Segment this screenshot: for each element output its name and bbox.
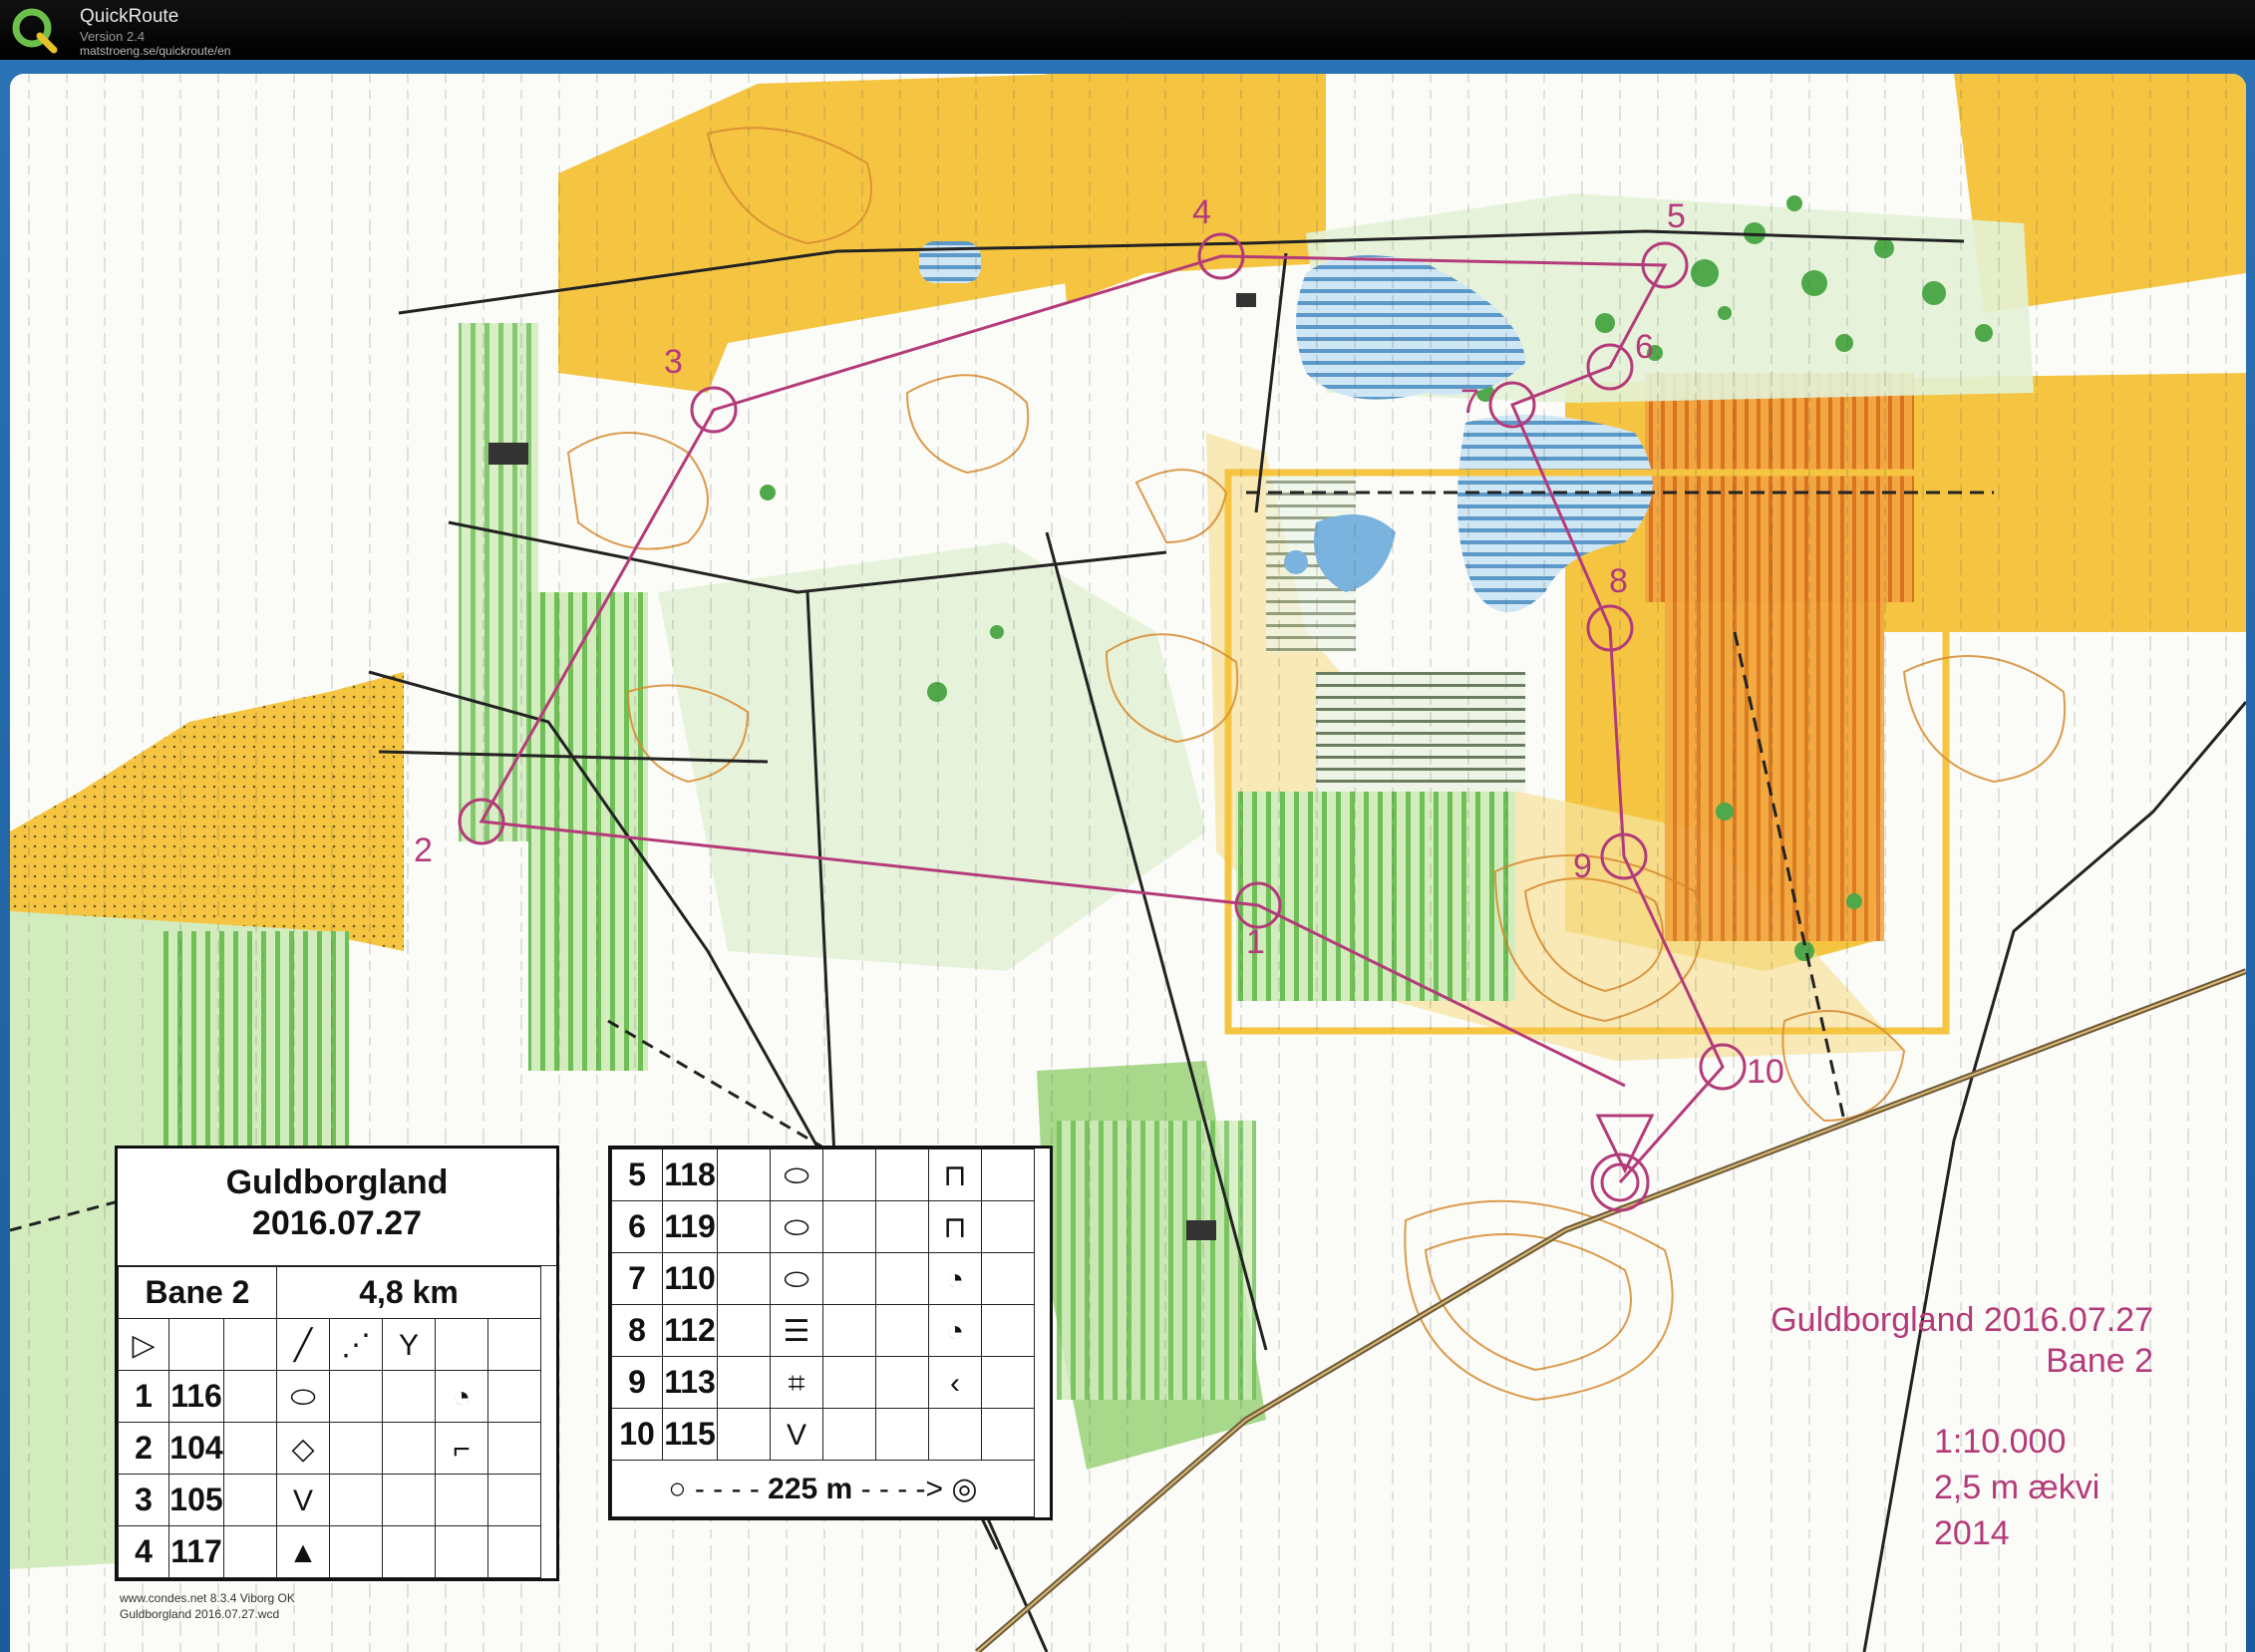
knoll-icon: ⬭ xyxy=(770,1252,823,1305)
finish-row: ○ - - - - 225 m - - - -> ◎ xyxy=(611,1460,1035,1517)
row-code: 104 xyxy=(168,1422,224,1475)
course-title: Guldborgland 2016.07.27 xyxy=(1771,1301,2153,1339)
control-label-8: 8 xyxy=(1609,562,1628,600)
foot-icon: ⊓ xyxy=(928,1149,982,1201)
row-num: 9 xyxy=(611,1356,663,1409)
control-label-4: 4 xyxy=(1192,193,1211,231)
credit-line-1: www.condes.net 8.3.4 Viborg OK xyxy=(120,1591,295,1605)
course-name: Bane 2 xyxy=(2046,1342,2153,1381)
control-description-right: 5 118 ⬭ ⊓ 6 119 ⬭ ⊓ 7 110 ⬭ ◔ 8 112 ☰ ◔ … xyxy=(608,1146,1053,1520)
orienteering-map[interactable]: 1 2 3 4 5 6 7 8 9 10 Guldborgland 2016.0… xyxy=(10,74,2246,1652)
finish-distance: 225 m xyxy=(768,1472,853,1505)
row-num: 6 xyxy=(611,1200,663,1253)
control-label-7: 7 xyxy=(1460,383,1479,421)
row-code: 112 xyxy=(662,1304,718,1357)
course-title-block: Guldborgland 2016.07.27 Bane 2 xyxy=(1655,1301,2153,1381)
boulders-icon: ▲ xyxy=(276,1525,330,1578)
start-triangle-icon: ▷ xyxy=(132,1329,156,1362)
map-year: 2014 xyxy=(1934,1513,2010,1552)
row-num: 1 xyxy=(118,1370,169,1423)
trail-icon: ⋰ xyxy=(329,1318,383,1371)
course-row: Bane 2 4,8 km xyxy=(118,1266,541,1319)
description-header: Guldborgland 2016.07.27 xyxy=(118,1149,556,1266)
foot-icon: ⊓ xyxy=(928,1200,982,1253)
description-event: Guldborgland xyxy=(225,1163,449,1201)
map-equidistance: 2,5 m ækvi xyxy=(1934,1468,2100,1506)
control-label-2: 2 xyxy=(414,831,433,869)
depression-icon: ◇ xyxy=(276,1422,330,1475)
app-url[interactable]: matstroeng.se/quickroute/en xyxy=(80,44,230,58)
table-row: 7 110 ⬭ ◔ xyxy=(611,1252,1035,1305)
app-name: QuickRoute xyxy=(80,6,179,27)
building-3 xyxy=(1236,293,1256,307)
row-num: 7 xyxy=(611,1252,663,1305)
gully-icon: V xyxy=(770,1408,823,1461)
row-num: 5 xyxy=(611,1149,663,1201)
row-num: 8 xyxy=(611,1304,663,1357)
control-label-1: 1 xyxy=(1246,923,1265,961)
corner-icon: ‹ xyxy=(928,1356,982,1409)
software-credit: www.condes.net 8.3.4 Viborg OK Guldborgl… xyxy=(120,1591,295,1622)
control-description-left: Guldborgland 2016.07.27 Bane 2 4,8 km ▷ … xyxy=(115,1146,559,1581)
path-icon: ╱ xyxy=(276,1318,330,1371)
row-num: 4 xyxy=(118,1525,169,1578)
description-length: 4,8 km xyxy=(276,1266,541,1319)
knoll-icon: ⬭ xyxy=(276,1370,330,1423)
control-label-3: 3 xyxy=(664,343,683,381)
part-icon: ◔ xyxy=(928,1304,982,1357)
row-num: 3 xyxy=(118,1474,169,1526)
row-num: 10 xyxy=(611,1408,663,1461)
building-1 xyxy=(488,443,528,465)
row-code: 105 xyxy=(168,1474,224,1526)
row-code: 117 xyxy=(168,1525,224,1578)
finish-icon: ◎ xyxy=(951,1472,978,1505)
app-version: Version 2.4 xyxy=(80,29,146,44)
control-label-9: 9 xyxy=(1573,847,1592,885)
description-table-left: Bane 2 4,8 km ▷ ╱ ⋰ Y 1 116 ⬭ ◔ 2 104 ◇ … xyxy=(118,1266,541,1578)
row-code: 119 xyxy=(662,1200,718,1253)
table-row: 6 119 ⬭ ⊓ xyxy=(611,1200,1035,1253)
row-code: 110 xyxy=(662,1252,718,1305)
row-code: 113 xyxy=(662,1356,718,1409)
control-label-10: 10 xyxy=(1747,1053,1784,1091)
control-label-6: 6 xyxy=(1635,328,1654,366)
table-row: 5 118 ⬭ ⊓ xyxy=(611,1149,1035,1201)
table-row: 10 115 V xyxy=(611,1408,1035,1461)
knoll-icon: ⬭ xyxy=(770,1200,823,1253)
part-icon: ◔ xyxy=(928,1252,982,1305)
control-label-5: 5 xyxy=(1667,197,1686,235)
part-icon: ◔ xyxy=(435,1370,488,1423)
knoll-icon: ⬭ xyxy=(770,1149,823,1201)
credit-line-2: Guldborgland 2016.07.27.wcd xyxy=(120,1606,280,1621)
start-symbol-cell: ▷ xyxy=(118,1318,169,1371)
title-bar: QuickRoute Version 2.4 matstroeng.se/qui… xyxy=(0,0,2255,60)
map-scale: 1:10.000 xyxy=(1934,1423,2067,1461)
row-code: 116 xyxy=(168,1370,224,1423)
control-circle-icon: ○ xyxy=(668,1472,687,1505)
table-row: 4 117 ▲ xyxy=(118,1525,541,1578)
quickroute-logo-icon xyxy=(12,8,58,54)
row-num: 2 xyxy=(118,1422,169,1475)
table-row: 3 105 V xyxy=(118,1474,541,1526)
marsh-icon: ☰ xyxy=(770,1304,823,1357)
table-row: 8 112 ☰ ◔ xyxy=(611,1304,1035,1357)
table-row: 1 116 ⬭ ◔ xyxy=(118,1370,541,1423)
description-date: 2016.07.27 xyxy=(251,1203,423,1242)
start-row: ▷ ╱ ⋰ Y xyxy=(118,1318,541,1371)
table-row: 9 113 ⌗ ‹ xyxy=(611,1356,1035,1409)
junction-icon: Y xyxy=(382,1318,436,1371)
description-course: Bane 2 xyxy=(118,1266,277,1319)
building-2 xyxy=(1186,1220,1216,1240)
gully-icon: V xyxy=(276,1474,330,1526)
thicket-icon: ⌗ xyxy=(770,1356,823,1409)
map-info-block: 1:10.000 2,5 m ækvi 2014 xyxy=(1934,1420,2099,1557)
description-table-right: 5 118 ⬭ ⊓ 6 119 ⬭ ⊓ 7 110 ⬭ ◔ 8 112 ☰ ◔ … xyxy=(611,1149,1035,1517)
table-row: 2 104 ◇ ⌐ xyxy=(118,1422,541,1475)
row-code: 118 xyxy=(662,1149,718,1201)
corner-icon: ⌐ xyxy=(435,1422,488,1475)
row-code: 115 xyxy=(662,1408,718,1461)
